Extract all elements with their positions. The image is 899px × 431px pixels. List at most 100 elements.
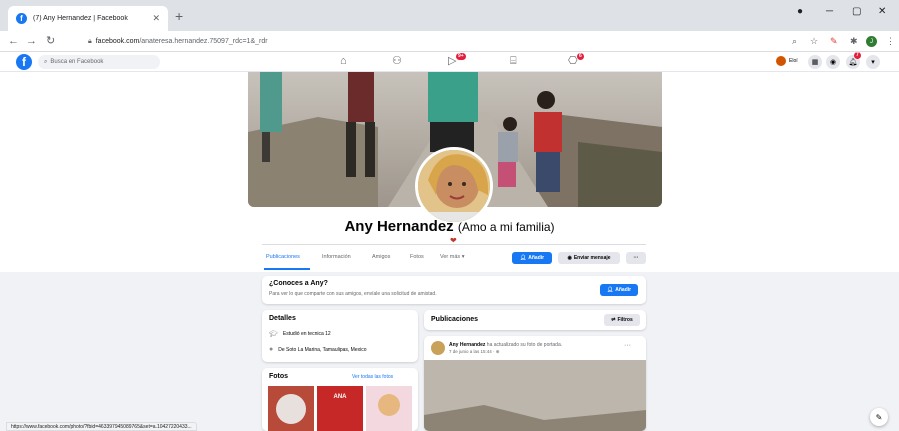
post-card: Any Hernandez ha actualizado su foto de … xyxy=(424,336,646,431)
lock-icon: 🔒︎ xyxy=(88,37,92,45)
tab-publicaciones[interactable]: Publicaciones xyxy=(266,254,300,260)
back-arrow-icon[interactable]: ← xyxy=(8,35,19,47)
post-header-line: Any Hernandez ha actualizado su foto de … xyxy=(449,342,562,348)
details-title: Detalles xyxy=(269,315,296,322)
post-time[interactable]: 7 de junio a las 15:44 · ⊕ xyxy=(449,349,500,355)
new-message-button[interactable]: ✎ xyxy=(870,408,888,426)
search-icon: ⌕ xyxy=(44,58,48,65)
facebook-logo-icon[interactable]: f xyxy=(16,54,32,70)
tab-ver-mas[interactable]: Ver más ▾ xyxy=(440,254,464,260)
home-icon[interactable]: ⌂ xyxy=(340,55,347,67)
search-placeholder: Busca en Facebook xyxy=(50,59,104,65)
post-author-avatar[interactable] xyxy=(431,341,445,355)
filters-button[interactable]: ⇌ Filtros xyxy=(604,314,640,326)
post-action: ha actualizado su foto de portada. xyxy=(486,342,563,348)
profile-avatar-icon[interactable]: J xyxy=(866,36,877,47)
detail-education: 🎓︎ Estudió en tecnica 12 xyxy=(269,330,331,338)
post-image[interactable] xyxy=(424,360,646,431)
account-dropdown-icon[interactable]: ▾ xyxy=(866,55,880,69)
edit-pencil-icon: ✎ xyxy=(875,412,883,422)
add-friend-icon: 👤︎ xyxy=(606,287,614,293)
see-all-photos-link[interactable]: Ver todas las fotos xyxy=(352,374,393,380)
tab-fotos[interactable]: Fotos xyxy=(410,254,424,260)
forward-arrow-icon[interactable]: → xyxy=(26,35,37,47)
maximize-button[interactable]: ▢ xyxy=(852,6,861,17)
new-tab-button[interactable]: + xyxy=(175,9,183,23)
posts-title: Publicaciones xyxy=(431,316,479,323)
tab-amigos[interactable]: Amigos xyxy=(372,254,390,260)
browser-tab[interactable]: f (7) Any Hernandez | Facebook ✕ xyxy=(8,6,168,31)
messenger-small-icon: ◉ xyxy=(567,255,572,261)
detail-location: ● De Soto La Marina, Tamaulipas, Mexico xyxy=(269,346,367,353)
tab-informacion[interactable]: Información xyxy=(322,254,351,260)
send-message-label: Enviar mensaje xyxy=(573,255,611,261)
url-path: /anateresa.hernandez.75097_rdc=1&_rdr xyxy=(139,38,268,45)
post-author[interactable]: Any Hernandez xyxy=(449,342,485,348)
photos-card: Fotos Ver todas las fotos ANA xyxy=(262,368,418,431)
marketplace-icon[interactable]: ⌸ xyxy=(510,55,517,67)
extensions-puzzle-icon[interactable]: ✱ xyxy=(850,36,858,46)
more-options-button[interactable]: ··· xyxy=(626,252,646,264)
facebook-favicon-icon: f xyxy=(16,13,27,24)
profile-header: Any Hernandez (Amo a mi familia) ❤ Publi… xyxy=(0,72,899,272)
detail-location-text: De Soto La Marina, Tamaulipas, Mexico xyxy=(278,346,367,353)
gaming-badge: 6 xyxy=(577,53,584,60)
profile-picture[interactable] xyxy=(415,147,493,225)
know-person-subtitle: Para ver lo que comparte con sus amigos,… xyxy=(269,291,437,297)
photo-thumbnail[interactable] xyxy=(268,386,314,431)
tab-title: (7) Any Hernandez | Facebook xyxy=(33,15,128,22)
add-friend-button[interactable]: 👤︎ Añadir xyxy=(512,252,552,264)
photo-thumbnail-content xyxy=(378,394,400,416)
know-person-card: ¿Conoces a Any? Para ver lo que comparte… xyxy=(262,276,646,304)
facebook-search-input[interactable]: ⌕ Busca en Facebook xyxy=(38,55,160,69)
post-image-content xyxy=(424,360,646,431)
graduation-cap-icon: 🎓︎ xyxy=(269,331,278,338)
location-pin-icon: ● xyxy=(269,346,274,353)
tab-close-icon[interactable]: ✕ xyxy=(152,13,160,24)
profile-page: Any Hernandez (Amo a mi familia) ❤ Publi… xyxy=(0,72,899,431)
filters-label: Filtros xyxy=(617,317,633,323)
account-chip[interactable]: Eloí xyxy=(776,56,798,66)
menu-grid-icon[interactable]: ▦ xyxy=(808,55,822,69)
extension-pen-icon[interactable]: ✎ xyxy=(830,36,838,46)
poster-text: ANA xyxy=(333,394,347,400)
send-message-button[interactable]: ◉ Enviar mensaje xyxy=(558,252,620,264)
address-bar-row: ← → ↻ 🔒︎ facebook.com/anateresa.hernande… xyxy=(0,31,899,52)
active-tab-indicator xyxy=(264,268,310,270)
account-name: Eloí xyxy=(789,58,798,64)
know-person-title: ¿Conoces a Any? xyxy=(269,280,328,287)
photo-thumbnail-content xyxy=(276,394,306,424)
url-host: facebook.com xyxy=(95,38,140,45)
browser-tab-bar: f (7) Any Hernandez | Facebook ✕ + ● ─ ▢… xyxy=(0,0,899,31)
zoom-icon[interactable]: ⌕ xyxy=(792,36,797,46)
facebook-top-bar: f ⌕ Busca en Facebook ⌂ ⚇ ▷ 9+ ⌸ ⎔ 6 Elo… xyxy=(0,52,899,72)
photos-title: Fotos xyxy=(269,373,289,380)
account-avatar xyxy=(776,56,786,66)
window-close-button[interactable]: ✕ xyxy=(878,6,886,17)
post-menu-button[interactable]: ··· xyxy=(624,342,631,349)
notifications-badge: 7 xyxy=(854,52,861,59)
chrome-menu-icon[interactable]: ⋮ xyxy=(886,36,895,46)
friends-icon[interactable]: ⚇ xyxy=(392,55,402,67)
photo-thumbnail[interactable]: ANA xyxy=(317,386,363,431)
profile-name: Any Hernandez xyxy=(344,218,454,235)
profile-indicator-icon[interactable]: ● xyxy=(797,6,803,17)
url-input[interactable]: 🔒︎ facebook.com/anateresa.hernandez.7509… xyxy=(84,34,784,49)
add-friend-icon: 👤︎ xyxy=(519,255,527,261)
messenger-icon[interactable]: ◉ xyxy=(826,55,840,69)
link-status-bar: https://www.facebook.com/photo/?fbid=463… xyxy=(6,422,197,431)
minimize-button[interactable]: ─ xyxy=(826,6,833,17)
know-add-friend-button[interactable]: 👤︎ Añadir xyxy=(600,284,638,296)
filters-icon: ⇌ xyxy=(611,317,616,323)
posts-header-card: Publicaciones ⇌ Filtros xyxy=(424,310,646,330)
photo-thumbnail[interactable] xyxy=(366,386,412,431)
watch-badge: 9+ xyxy=(456,53,466,60)
bookmark-star-icon[interactable]: ☆ xyxy=(810,36,818,46)
tabs-divider xyxy=(262,244,646,245)
details-card: Detalles 🎓︎ Estudió en tecnica 12 ● De S… xyxy=(262,310,418,362)
profile-picture-image xyxy=(418,150,490,222)
reload-icon[interactable]: ↻ xyxy=(46,35,55,47)
know-add-friend-label: Añadir xyxy=(615,287,632,293)
profile-nickname: (Amo a mi familia) xyxy=(457,220,555,234)
detail-education-text: Estudió en tecnica 12 xyxy=(282,331,331,337)
